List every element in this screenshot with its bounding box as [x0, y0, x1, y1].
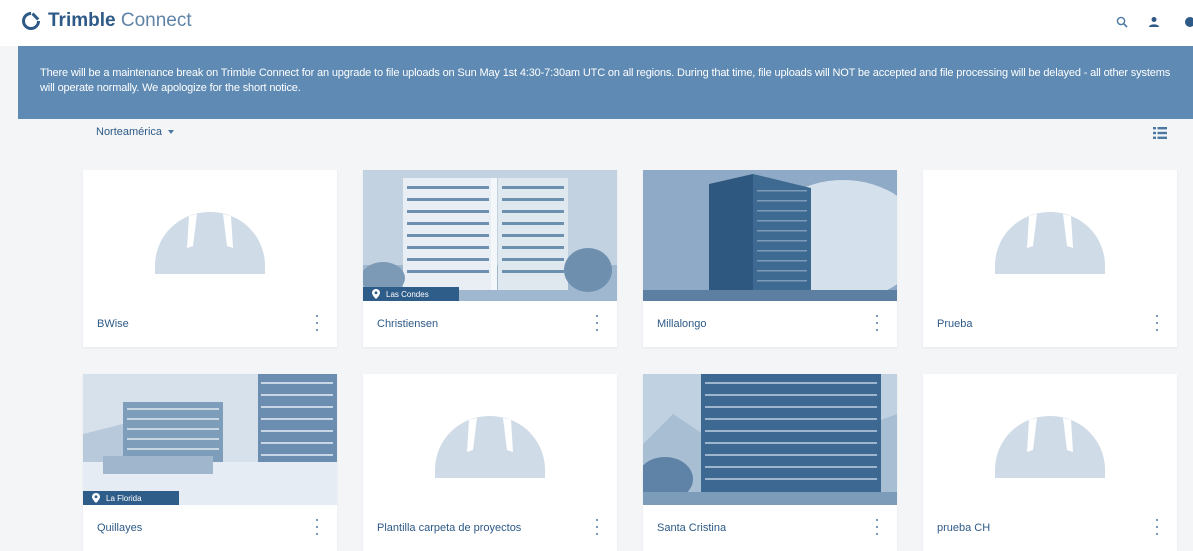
project-name: Quillayes	[97, 522, 143, 534]
trimble-logo-icon	[22, 12, 40, 30]
card-footer: Millalongo	[643, 301, 897, 347]
card-footer: prueba CH	[923, 505, 1177, 551]
maintenance-banner: There will be a maintenance break on Tri…	[18, 46, 1193, 119]
project-card[interactable]: prueba CH	[923, 374, 1177, 551]
help-icon[interactable]	[1180, 12, 1193, 32]
building-photo	[643, 170, 897, 301]
building-photo	[363, 170, 617, 301]
more-options-icon[interactable]	[1153, 519, 1161, 535]
project-card[interactable]: Plantilla carpeta de proyectos	[363, 374, 617, 551]
project-name: Millalongo	[657, 318, 707, 330]
location-tag: Las Condes	[363, 287, 459, 301]
location-tag: La Florida	[83, 491, 179, 505]
more-options-icon[interactable]	[873, 519, 881, 535]
building-photo	[643, 374, 897, 505]
project-name: Christiensen	[377, 318, 439, 330]
search-icon[interactable]	[1112, 12, 1132, 32]
brand-name: Trimble Connect	[48, 10, 192, 31]
project-card[interactable]: Millalongo	[643, 170, 897, 347]
project-name: BWise	[97, 318, 129, 330]
project-thumbnail	[643, 374, 897, 505]
project-card[interactable]: Prueba	[923, 170, 1177, 347]
more-options-icon[interactable]	[313, 519, 321, 535]
project-card[interactable]: BWise	[83, 170, 337, 347]
location-label: Las Condes	[386, 289, 429, 299]
project-card[interactable]: Las Condes Christiensen	[363, 170, 617, 347]
project-thumbnail: La Florida	[83, 374, 337, 505]
location-label: La Florida	[106, 493, 142, 503]
project-name: prueba CH	[937, 522, 991, 534]
more-options-icon[interactable]	[593, 519, 601, 535]
more-options-icon[interactable]	[313, 315, 321, 331]
project-thumbnail	[363, 374, 617, 505]
list-view-icon[interactable]	[1152, 126, 1168, 140]
card-footer: BWise	[83, 301, 337, 347]
banner-text: There will be a maintenance break on Tri…	[40, 67, 1171, 94]
project-thumbnail	[923, 170, 1177, 301]
card-footer: Christiensen	[363, 301, 617, 347]
more-options-icon[interactable]	[1153, 315, 1161, 331]
card-footer: Prueba	[923, 301, 1177, 347]
project-name: Plantilla carpeta de proyectos	[377, 522, 522, 534]
project-name: Prueba	[937, 318, 973, 330]
card-footer: Plantilla carpeta de proyectos	[363, 505, 617, 551]
hard-hat-icon	[435, 416, 545, 478]
project-name: Santa Cristina	[657, 522, 727, 534]
region-label: Norteamérica	[96, 126, 163, 138]
card-footer: Quillayes	[83, 505, 337, 551]
chevron-down-icon	[168, 130, 175, 134]
region-dropdown[interactable]: Norteamérica	[96, 126, 175, 138]
building-photo	[83, 374, 337, 505]
card-footer: Santa Cristina	[643, 505, 897, 551]
hard-hat-icon	[995, 416, 1105, 478]
location-pin-icon	[92, 493, 100, 503]
project-card[interactable]: La Florida Quillayes	[83, 374, 337, 551]
hard-hat-icon	[995, 212, 1105, 274]
trimble-connect-logo[interactable]: Trimble Connect	[22, 9, 192, 33]
project-thumbnail	[643, 170, 897, 301]
project-thumbnail: Las Condes	[363, 170, 617, 301]
hard-hat-icon	[155, 212, 265, 274]
location-pin-icon	[372, 289, 380, 299]
more-options-icon[interactable]	[593, 315, 601, 331]
project-card[interactable]: Santa Cristina	[643, 374, 897, 551]
user-icon[interactable]	[1144, 12, 1164, 32]
project-thumbnail	[83, 170, 337, 301]
project-thumbnail	[923, 374, 1177, 505]
top-header: Trimble Connect	[0, 0, 1193, 46]
more-options-icon[interactable]	[873, 315, 881, 331]
